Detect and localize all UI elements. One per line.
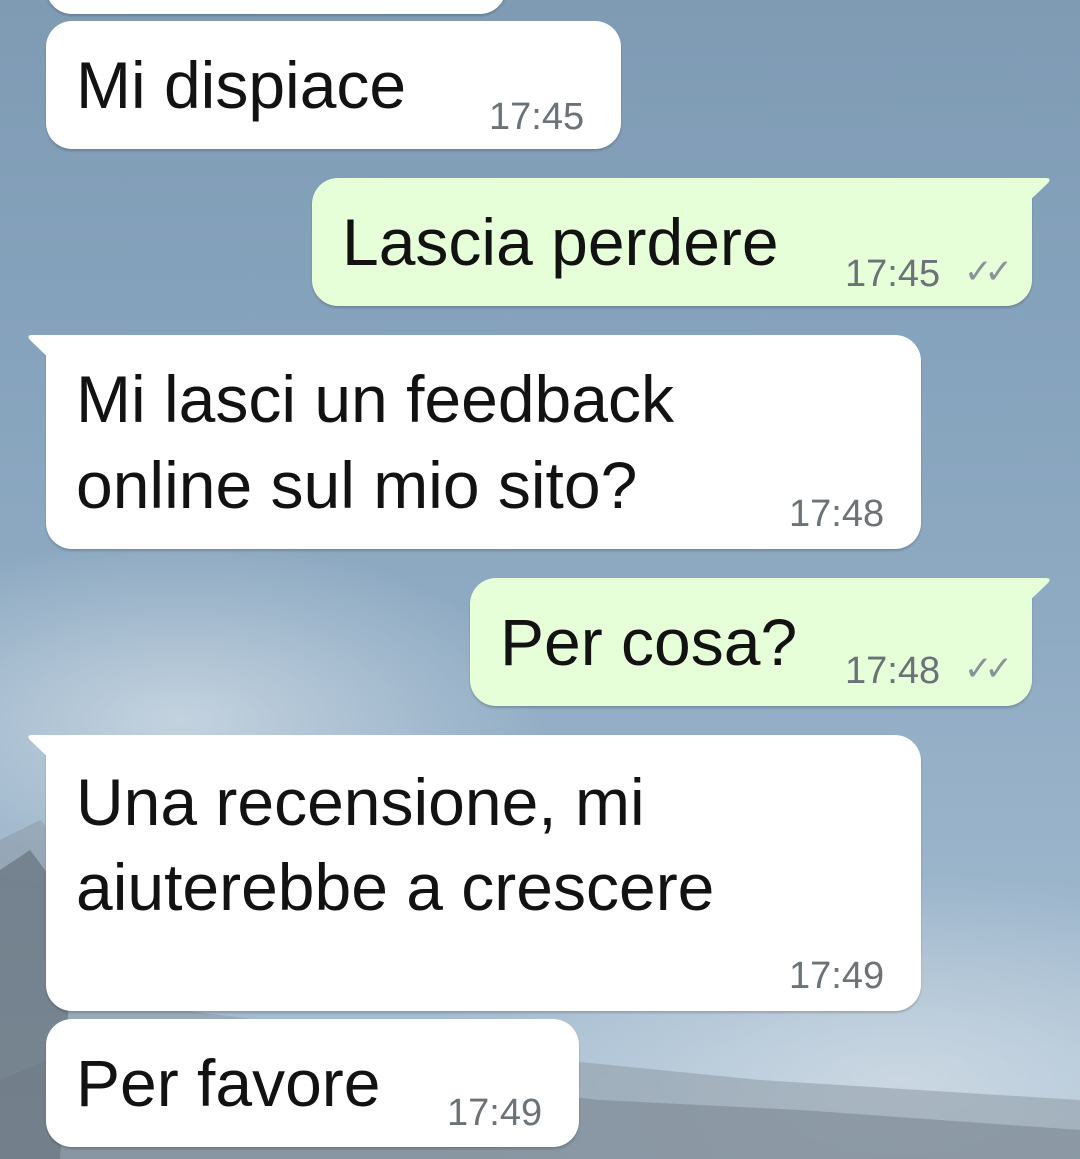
bubble-tail [1022,578,1050,608]
message-bubble-incoming[interactable]: Una recensione, mi aiuterebbe a crescere… [28,735,921,1011]
message-bubble-outgoing[interactable]: Lascia perdere 17:45 ✓✓ [312,178,1050,306]
message-text-line: Mi lasci un feedback [76,362,674,436]
message-text-line: online sul mio sito? [76,448,638,522]
message-bubble-outgoing[interactable]: Per cosa? 17:48 ✓✓ [470,578,1050,706]
message-bubble-incoming[interactable]: Per favore 17:49 [46,1019,579,1147]
message-timestamp: 17:45 [845,253,941,295]
message-timestamp: 17:48 [789,493,885,535]
message-timestamp: 17:49 [789,955,885,997]
message-text: Per cosa? [500,605,798,679]
message-text: Mi dispiace [76,48,407,122]
message-text-line: Una recensione, mi [76,765,645,839]
message-bubble-partial[interactable] [46,0,506,14]
message-text: Lascia perdere [342,205,779,279]
double-check-icon: ✓✓ [964,253,1013,291]
bubble-tail [28,735,56,765]
message-bubble-incoming[interactable]: Mi lasci un feedback online sul mio sito… [28,335,921,549]
bubble-tail [1022,178,1050,208]
bubble-tail [28,335,56,365]
message-text: Per favore [76,1046,381,1120]
message-bubble-incoming[interactable]: Mi dispiace 17:45 [46,21,621,149]
message-timestamp: 17:49 [447,1092,543,1134]
message-timestamp: 17:48 [845,650,941,692]
double-check-icon: ✓✓ [964,650,1013,688]
message-text-line: aiuterebbe a crescere [76,850,715,924]
message-timestamp: 17:45 [489,96,585,138]
